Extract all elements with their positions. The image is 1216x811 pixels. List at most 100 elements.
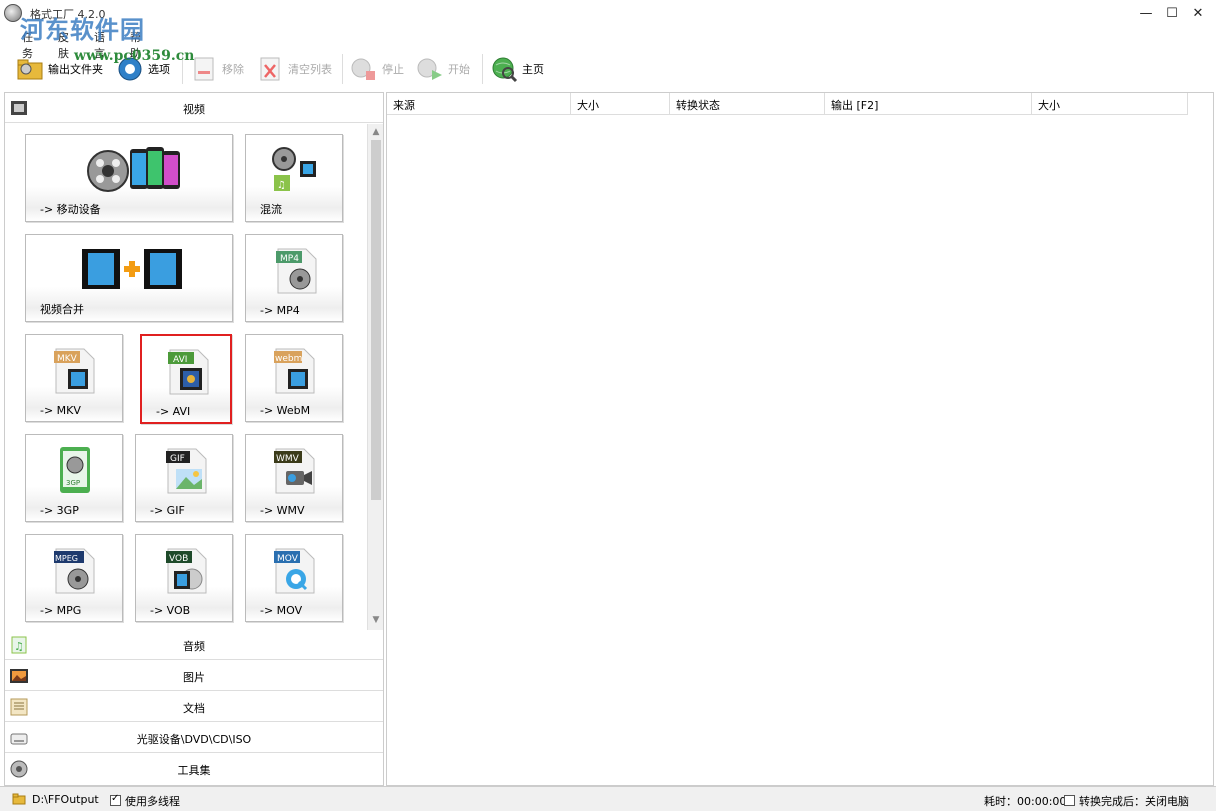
title-bar: 格式工厂 4.2.0 — ☐ ✕ — [0, 0, 1216, 28]
column-size[interactable]: 大小 — [571, 93, 670, 115]
tile-mpg[interactable]: MPEG -> MPG — [25, 534, 123, 622]
home-button[interactable]: 主页 — [490, 52, 544, 86]
start-button[interactable]: 开始 — [416, 52, 470, 86]
after-done-label: 转换完成后：关闭电脑 — [1079, 795, 1189, 808]
clear-list-button[interactable]: 清空列表 — [256, 52, 332, 86]
avi-badge: AVI — [173, 355, 187, 365]
scroll-down-icon[interactable]: ▼ — [370, 614, 382, 626]
column-output-size[interactable]: 大小 — [1032, 93, 1188, 115]
category-audio[interactable]: ♫ 音频 — [5, 630, 383, 660]
scrollbar-thumb[interactable] — [371, 140, 381, 500]
category-image[interactable]: 图片 — [5, 661, 383, 691]
category-tools-label: 工具集 — [177, 764, 211, 777]
category-audio-label: 音频 — [183, 640, 205, 653]
after-done-option[interactable]: 转换完成后：关闭电脑 — [1064, 793, 1189, 809]
column-output[interactable]: 输出 [F2] — [825, 93, 1032, 115]
start-label: 开始 — [448, 63, 470, 76]
tile-mux[interactable]: ♫ 混流 — [245, 134, 343, 222]
tile-label: 混流 — [260, 203, 282, 216]
output-path[interactable]: D:\FFOutput — [32, 793, 99, 806]
column-source[interactable]: 来源 — [387, 93, 571, 115]
stop-button[interactable]: 停止 — [350, 52, 404, 86]
output-folder-icon[interactable] — [12, 792, 26, 806]
tile-gif[interactable]: GIF -> GIF — [135, 434, 233, 522]
scroll-up-icon[interactable]: ▲ — [370, 126, 382, 138]
category-video-label: 视频 — [183, 103, 205, 116]
3gp-badge: 3GP — [66, 479, 80, 487]
tile-label: -> MPG — [40, 604, 82, 617]
tile-video-join[interactable]: 视频合并 — [25, 234, 233, 322]
category-video[interactable]: 视频 — [5, 93, 383, 123]
mux-icon: ♫ — [272, 147, 316, 191]
gif-file-icon: GIF — [166, 448, 207, 494]
maximize-button[interactable]: ☐ — [1162, 6, 1182, 22]
tile-wmv[interactable]: WMV -> WMV — [245, 434, 343, 522]
options-label: 选项 — [148, 63, 170, 76]
options-icon — [118, 57, 142, 81]
mpeg-file-icon: MPEG — [54, 548, 95, 594]
tile-label: -> MKV — [40, 404, 81, 417]
category-document-label: 文档 — [183, 702, 205, 715]
mkv-badge: MKV — [57, 354, 78, 364]
close-button[interactable]: ✕ — [1188, 6, 1208, 22]
tile-avi[interactable]: AVI -> AVI — [140, 334, 232, 424]
mp4-badge: MP4 — [280, 254, 299, 264]
remove-icon — [194, 57, 214, 81]
multithread-label: 使用多线程 — [125, 795, 180, 808]
after-done-checkbox[interactable] — [1064, 795, 1075, 806]
gif-badge: GIF — [170, 454, 185, 464]
tile-label: -> WMV — [260, 504, 305, 517]
home-globe-icon — [492, 57, 518, 83]
tile-label: -> AVI — [156, 405, 191, 418]
mov-file-icon: MOV — [274, 548, 315, 594]
tile-label: 视频合并 — [40, 303, 84, 316]
tile-mobile-device[interactable]: -> 移动设备 — [25, 134, 233, 222]
status-bar: D:\FFOutput 使用多线程 耗时：00:00:00 转换完成后：关闭电脑 — [0, 786, 1216, 811]
svg-text:♫: ♫ — [277, 180, 286, 191]
output-folder-button[interactable]: 输出文件夹 — [16, 52, 103, 86]
3gp-file-icon: 3GP — [60, 447, 90, 493]
category-tools[interactable]: 工具集 — [5, 754, 383, 784]
vob-file-icon: VOB — [166, 548, 207, 594]
video-format-grid: -> 移动设备 ♫ 混流 视频合并 MP4 -> MP4 MKV -> MKV … — [5, 124, 367, 630]
category-panel: 视频 -> 移动设备 ♫ 混流 视频合并 MP4 -> MP4 MKV -> M… — [4, 92, 384, 786]
tile-mkv[interactable]: MKV -> MKV — [25, 334, 123, 422]
column-status[interactable]: 转换状态 — [670, 93, 825, 115]
wmv-file-icon: WMV — [274, 448, 315, 494]
tile-mov[interactable]: MOV -> MOV — [245, 534, 343, 622]
tile-3gp[interactable]: 3GP -> 3GP — [25, 434, 123, 522]
toolbar-separator — [482, 54, 483, 84]
category-rom-device[interactable]: 光驱设备\DVD\CD\ISO — [5, 723, 383, 753]
options-button[interactable]: 选项 — [116, 52, 170, 86]
stop-label: 停止 — [382, 63, 404, 76]
tile-mp4[interactable]: MP4 -> MP4 — [245, 234, 343, 322]
tile-label: -> MOV — [260, 604, 303, 617]
wmv-badge: WMV — [276, 454, 300, 464]
minimize-button[interactable]: — — [1136, 6, 1156, 22]
grid-scrollbar[interactable]: ▲ ▼ — [367, 124, 383, 630]
start-icon — [417, 58, 442, 80]
clear-list-icon — [260, 57, 280, 81]
mov-badge: MOV — [277, 554, 299, 564]
vob-badge: VOB — [169, 554, 188, 564]
category-document[interactable]: 文档 — [5, 692, 383, 722]
category-rom-label: 光驱设备\DVD\CD\ISO — [136, 733, 252, 746]
remove-button[interactable]: 移除 — [190, 52, 244, 86]
avi-file-icon: AVI — [168, 349, 209, 395]
tile-webm[interactable]: webm -> WebM — [245, 334, 343, 422]
mp4-file-icon: MP4 — [276, 248, 317, 294]
tile-label: -> 移动设备 — [40, 203, 101, 216]
tile-vob[interactable]: VOB -> VOB — [135, 534, 233, 622]
tile-label: -> WebM — [260, 404, 311, 417]
multithread-option[interactable]: 使用多线程 — [110, 793, 180, 809]
mpeg-badge: MPEG — [55, 554, 78, 563]
tile-label: -> GIF — [150, 504, 185, 517]
remove-label: 移除 — [222, 63, 244, 76]
stop-icon — [351, 58, 375, 80]
window-title: 格式工厂 4.2.0 — [30, 8, 106, 21]
webm-badge: webm — [275, 354, 302, 364]
webm-file-icon: webm — [274, 348, 315, 394]
home-label: 主页 — [522, 63, 544, 76]
multithread-checkbox[interactable] — [110, 793, 121, 806]
toolbar: 输出文件夹 选项 移除 清空列表 停止 开始 主页 — [0, 48, 1216, 90]
